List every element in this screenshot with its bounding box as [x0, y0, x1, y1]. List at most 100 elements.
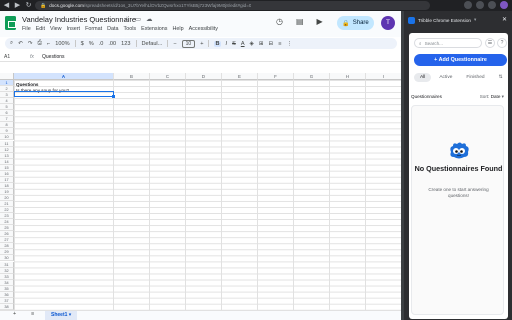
- decrease-decimal-button[interactable]: .0: [99, 41, 104, 47]
- add-sheet-icon[interactable]: +: [13, 311, 16, 317]
- document-title[interactable]: Vandelay Industries Questionnaire: [22, 15, 136, 24]
- extension-icon[interactable]: [464, 1, 472, 9]
- divider: [167, 40, 169, 47]
- star-icon[interactable]: ☆: [124, 15, 130, 23]
- menu-view[interactable]: View: [50, 26, 62, 32]
- spreadsheet-grid[interactable]: Questions Is there any soup for you? ABC…: [0, 62, 402, 320]
- merge-icon[interactable]: ⊟: [269, 41, 274, 47]
- menu-accessibility[interactable]: Accessibility: [189, 26, 218, 32]
- sort-value: Date: [490, 94, 501, 99]
- column-gridline: [329, 80, 330, 320]
- forward-icon[interactable]: ▶: [13, 1, 22, 10]
- menu-insert[interactable]: Insert: [67, 26, 80, 32]
- reload-icon[interactable]: ↻: [24, 1, 33, 10]
- sheet-tab-bar: + ≡ Sheet1 ▾: [0, 310, 401, 320]
- menu-file[interactable]: File: [22, 26, 31, 32]
- questionnaires-label: Questionnaires: [411, 94, 442, 99]
- search-input[interactable]: ⌕ Search...: [414, 38, 482, 48]
- sheet-tab[interactable]: Sheet1 ▾: [45, 311, 78, 320]
- column-header-c[interactable]: C: [150, 73, 186, 80]
- column-header-b[interactable]: B: [114, 73, 150, 80]
- font-size-decrease[interactable]: −: [173, 41, 176, 47]
- comments-icon[interactable]: ▤: [296, 17, 304, 26]
- all-sheets-icon[interactable]: ≡: [31, 311, 34, 317]
- menu-edit[interactable]: Edit: [36, 26, 45, 32]
- fx-icon: fx: [30, 53, 34, 60]
- divider: [74, 40, 76, 47]
- menu-extensions[interactable]: Extensions: [141, 26, 167, 32]
- column-header-g[interactable]: G: [294, 73, 330, 80]
- meet-icon[interactable]: ▶: [317, 17, 323, 26]
- strikethrough-icon[interactable]: S: [232, 41, 236, 47]
- font-size-increase[interactable]: +: [200, 41, 203, 47]
- share-button[interactable]: 🔒 Share: [337, 16, 374, 30]
- menu-data[interactable]: Data: [107, 26, 118, 32]
- paint-format-icon[interactable]: ⌐: [47, 41, 50, 47]
- zoom-select[interactable]: 100%: [55, 41, 69, 47]
- add-questionnaire-button[interactable]: + Add Questionnaire: [414, 54, 507, 66]
- cell-area[interactable]: [14, 80, 401, 320]
- empty-description: Create one to start answering questions!: [428, 187, 489, 198]
- extension-title[interactable]: Tribble Chrome Extension: [418, 18, 471, 23]
- share-label: Share: [352, 20, 369, 26]
- divider: [135, 40, 137, 47]
- row-header-38[interactable]: 38: [0, 303, 14, 310]
- active-cell-outline: [14, 91, 115, 98]
- print-icon[interactable]: ⎙: [38, 40, 42, 47]
- menu-help[interactable]: Help: [173, 26, 184, 32]
- text-color-icon[interactable]: A: [241, 41, 245, 47]
- filter-all[interactable]: All: [414, 73, 432, 82]
- help-icon[interactable]: ?: [497, 38, 507, 48]
- italic-icon[interactable]: I: [226, 41, 228, 47]
- column-header-h[interactable]: H: [330, 73, 366, 80]
- column-header-e[interactable]: E: [222, 73, 258, 80]
- menu-format[interactable]: Format: [85, 26, 102, 32]
- fill-color-icon[interactable]: ◈: [250, 41, 254, 47]
- list-icon[interactable]: ☰: [485, 38, 495, 48]
- borders-icon[interactable]: ⊞: [259, 41, 264, 47]
- sidepanel-icon[interactable]: [488, 1, 496, 9]
- font-size-input[interactable]: 10: [181, 39, 196, 48]
- column-gridline: [149, 80, 150, 320]
- tribble-mascot-icon: [450, 142, 469, 159]
- close-icon[interactable]: ✕: [502, 16, 507, 23]
- sheets-logo[interactable]: [5, 16, 16, 30]
- currency-button[interactable]: $: [81, 41, 84, 47]
- name-box[interactable]: A1: [0, 54, 30, 60]
- font-select[interactable]: Defaul...: [142, 41, 163, 47]
- align-icon[interactable]: ≡: [278, 41, 281, 47]
- back-icon[interactable]: ◀: [2, 1, 11, 10]
- formatting-toolbar: ⌕ ↶ ↷ ⎙ ⌐ 100% $ % .0 .00 123 Defaul... …: [5, 38, 397, 49]
- undo-icon[interactable]: ↶: [18, 41, 23, 47]
- lock-icon: 🔒: [342, 20, 350, 27]
- menu-tools[interactable]: Tools: [124, 26, 137, 32]
- column-header-d[interactable]: D: [186, 73, 222, 80]
- cloud-status-icon[interactable]: ☁: [146, 15, 153, 23]
- extensions-puzzle-icon[interactable]: [476, 1, 484, 9]
- formula-input[interactable]: Questions: [42, 54, 65, 60]
- filter-active[interactable]: Active: [433, 73, 458, 82]
- redo-icon[interactable]: ↷: [28, 41, 33, 47]
- cell-a1[interactable]: Questions: [16, 82, 38, 87]
- chevron-down-icon[interactable]: ▾: [474, 17, 476, 23]
- search-menus-icon[interactable]: ⌕: [10, 40, 13, 47]
- profile-avatar[interactable]: [500, 1, 508, 9]
- filter-settings-icon[interactable]: ⇅: [493, 73, 509, 82]
- select-all-corner[interactable]: [0, 73, 14, 80]
- history-icon[interactable]: ◷: [276, 17, 283, 26]
- percent-button[interactable]: %: [89, 41, 94, 47]
- column-gridline: [365, 80, 366, 320]
- move-folder-icon[interactable]: ▭: [135, 15, 141, 23]
- more-icon[interactable]: ⋮: [287, 41, 293, 47]
- column-header-f[interactable]: F: [258, 73, 294, 80]
- filter-finished[interactable]: Finished: [460, 73, 490, 82]
- column-header-i[interactable]: I: [366, 73, 402, 80]
- account-avatar[interactable]: T: [381, 16, 395, 30]
- number-format-button[interactable]: 123: [121, 41, 130, 47]
- menu-bar: File Edit View Insert Format Data Tools …: [22, 26, 218, 32]
- sort-control[interactable]: Sort: Date ▾: [480, 94, 504, 100]
- column-header-a[interactable]: A: [14, 73, 114, 80]
- address-bar[interactable]: 🔒 docs.google.com/spreadsheets/d/1os_3U7…: [35, 1, 430, 10]
- increase-decimal-button[interactable]: .00: [108, 41, 116, 47]
- bold-button[interactable]: B: [214, 40, 221, 47]
